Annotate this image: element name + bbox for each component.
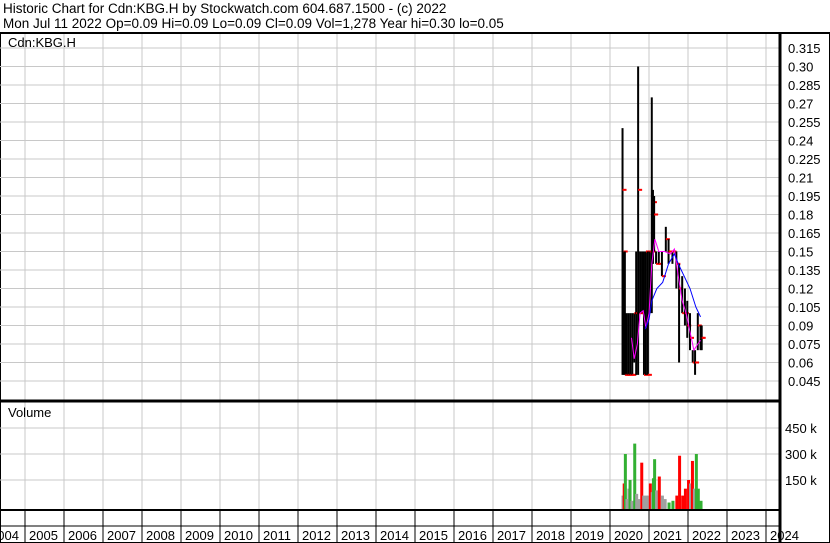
x-tick-label: 2004: [0, 528, 19, 543]
volume-bar: [681, 495, 685, 509]
volume-bar: [678, 455, 682, 509]
x-tick-label: 2024: [770, 528, 799, 543]
volume-bar: [699, 500, 703, 509]
x-tick-label: 2018: [536, 528, 565, 543]
x-tick-label: 2007: [107, 528, 136, 543]
volume-bar: [660, 495, 664, 509]
volume-label: Volume: [8, 405, 51, 420]
x-tick-label: 2023: [731, 528, 760, 543]
price-tick-label: 0.075: [788, 337, 821, 352]
price-tick-label: 0.165: [788, 226, 821, 241]
x-tick-label: 2019: [575, 528, 604, 543]
price-tick-label: 0.30: [788, 60, 813, 75]
volume-bar: [657, 476, 661, 509]
price-tick-label: 0.255: [788, 115, 821, 130]
price-tick-label: 0.315: [788, 41, 821, 56]
price-tick-label: 0.09: [788, 319, 813, 334]
volume-tick-label: 300 k: [785, 447, 817, 462]
price-tick-label: 0.195: [788, 189, 821, 204]
price-tick-label: 0.135: [788, 263, 821, 278]
price-tick-label: 0.12: [788, 282, 813, 297]
x-tick-label: 2011: [263, 528, 291, 543]
x-tick-label: 2005: [29, 528, 58, 543]
x-tick-label: 2009: [185, 528, 214, 543]
volume-tick-label: 150 k: [785, 473, 817, 488]
x-tick-label: 2012: [302, 528, 331, 543]
x-tick-label: 2016: [458, 528, 487, 543]
price-tick-label: 0.285: [788, 78, 821, 93]
x-tick-label: 2022: [692, 528, 721, 543]
x-tick-label: 2021: [653, 528, 682, 543]
volume-bar: [630, 500, 634, 509]
stock-chart: Cdn:KBG.H Volume 2004 2005 2006 2007 2008 200…: [0, 32, 830, 543]
volume-tick-label: 450 k: [785, 421, 817, 436]
volume-bar: [675, 495, 679, 509]
x-tick-label: 2010: [224, 528, 253, 543]
price-tick-label: 0.15: [788, 245, 813, 260]
volume-bar: [655, 490, 659, 509]
volume-bar: [696, 488, 700, 509]
price-tick-label: 0.225: [788, 152, 821, 167]
volume-bar: [663, 499, 667, 509]
x-tick-label: 2017: [497, 528, 526, 543]
x-tick-label: 2020: [614, 528, 643, 543]
x-tick-label: 2013: [341, 528, 370, 543]
price-tick-label: 0.18: [788, 208, 813, 223]
price-tick-label: 0.06: [788, 356, 813, 371]
volume-bar: [671, 500, 675, 509]
price-tick-label: 0.27: [788, 97, 813, 112]
x-tick-label: 2006: [68, 528, 97, 543]
price-tick-label: 0.24: [788, 134, 813, 149]
symbol-label: Cdn:KBG.H: [8, 35, 76, 50]
price-tick-label: 0.045: [788, 374, 821, 389]
x-tick-label: 2015: [419, 528, 448, 543]
volume-bar: [642, 495, 646, 509]
x-tick-label: 2008: [146, 528, 175, 543]
volume-bar: [683, 488, 687, 509]
price-tick-label: 0.105: [788, 300, 821, 315]
volume-bar: [637, 499, 641, 509]
x-tick-label: 2014: [380, 528, 409, 543]
price-tick-label: 0.21: [788, 171, 813, 186]
volume-bar: [667, 502, 671, 509]
